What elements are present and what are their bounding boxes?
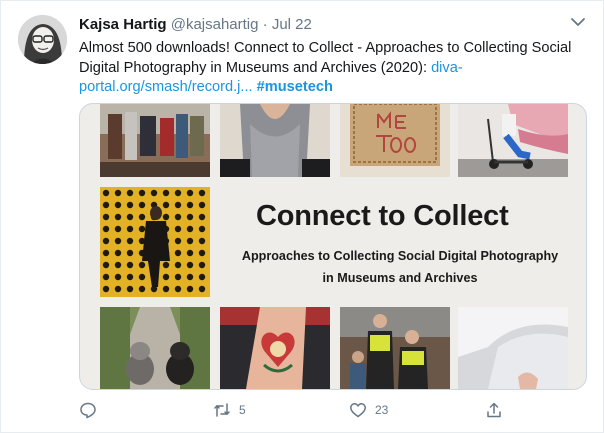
author-handle[interactable]: @kajsahartig xyxy=(171,16,259,33)
photo-clothes-rack xyxy=(100,104,210,177)
card-subtitle-line2: in Museums and Archives xyxy=(322,271,478,285)
card-subtitle-line1: Approaches to Collecting Social Digital … xyxy=(241,249,559,263)
reply-icon xyxy=(80,402,96,419)
author-name[interactable]: Kajsa Hartig xyxy=(79,16,167,33)
media-card[interactable]: Connect to Collect Approaches to Collect… xyxy=(79,103,587,390)
photo-white-abstract xyxy=(458,307,568,389)
tweet-text: Almost 500 downloads! Connect to Collect… xyxy=(79,39,584,98)
card-subtitle: Approaches to Collecting Social Digital … xyxy=(230,245,570,289)
retweet-icon xyxy=(214,403,230,417)
like-button[interactable]: 23 xyxy=(349,399,388,421)
avatar[interactable] xyxy=(18,15,67,64)
tweet-date[interactable]: Jul 22 xyxy=(272,16,312,33)
card-title: Connect to Collect xyxy=(256,200,509,232)
separator-dot: · xyxy=(262,16,268,33)
photo-dogs xyxy=(100,307,210,389)
tweet-body: Almost 500 downloads! Connect to Collect… xyxy=(79,40,572,76)
share-icon xyxy=(487,402,501,418)
avatar-image xyxy=(18,15,67,64)
retweet-count: 5 xyxy=(239,403,246,417)
photo-tattoo xyxy=(220,307,330,389)
hashtag-link[interactable]: #musetech xyxy=(257,79,333,95)
photo-polka-dot-room xyxy=(100,187,210,297)
photo-police-officers xyxy=(340,307,450,389)
photo-scarf xyxy=(220,104,330,177)
photo-scooter xyxy=(458,104,568,177)
heart-icon xyxy=(350,403,366,418)
reply-button[interactable] xyxy=(79,399,105,421)
chevron-down-icon[interactable] xyxy=(569,13,587,31)
tweet-container[interactable]: Kajsa Hartig @kajsahartig · Jul 22 Almos… xyxy=(0,0,604,433)
tweet-actions: 5 23 xyxy=(79,399,584,423)
share-button[interactable] xyxy=(485,399,503,421)
photo-me-too-embroidery xyxy=(340,104,450,177)
retweet-button[interactable]: 5 xyxy=(213,399,246,421)
like-count: 23 xyxy=(375,403,389,417)
tweet-header: Kajsa Hartig @kajsahartig · Jul 22 xyxy=(79,16,312,33)
